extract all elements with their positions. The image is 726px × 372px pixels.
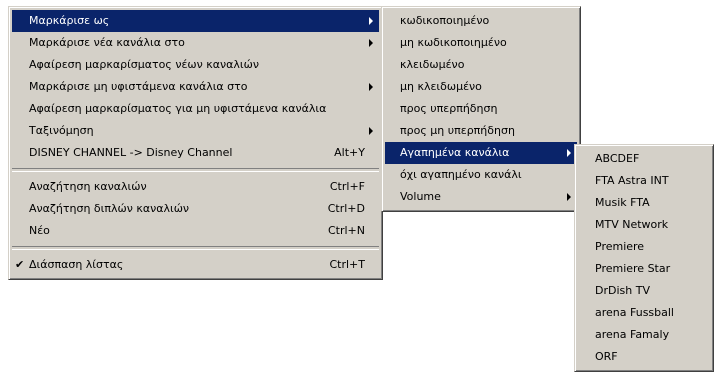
menu-item-label: ABCDEF: [595, 152, 640, 165]
menu-item-label: arena Famaly: [595, 328, 670, 341]
menu-item-shortcut: Ctrl+D: [327, 202, 365, 215]
menu-item-mark-as[interactable]: Μαρκάρισε ως: [12, 10, 379, 32]
menu-item-sort[interactable]: Ταξινόμηση: [12, 120, 379, 142]
menu-item-label: κωδικοποιημένο: [400, 14, 490, 27]
menu-item-mark-new-channels[interactable]: Μαρκάρισε νέα κανάλια στο: [12, 32, 379, 54]
menu-item-label: προς μη υπερπήδηση: [400, 124, 515, 137]
menu-item-label: ORF: [595, 350, 618, 363]
submenu-arrow-icon: [369, 39, 373, 47]
submenu-arrow-icon: [369, 127, 373, 135]
menu-item-no-skip[interactable]: προς μη υπερπήδηση: [385, 120, 577, 142]
menu-item-locked[interactable]: κλειδωμένο: [385, 54, 577, 76]
menu-item-label: προς υπερπήδηση: [400, 102, 498, 115]
favorite-list-item[interactable]: MTV Network: [578, 214, 710, 236]
menu-item-not-encrypted[interactable]: μη κωδικοποιημένο: [385, 32, 577, 54]
menu-item-unmark-nonexistent-channels[interactable]: Αφαίρεση μαρκαρίσματος για μη υφιστάμενα…: [12, 98, 379, 120]
menu-item-new[interactable]: Νέο Ctrl+N: [12, 220, 379, 242]
menu-item-split-list[interactable]: ✔ Διάσπαση λίστας Ctrl+T: [12, 254, 379, 276]
menu-item-search-channels[interactable]: Αναζήτηση καναλιών Ctrl+F: [12, 176, 379, 198]
menu-item-label: μη κωδικοποιημένο: [400, 36, 507, 49]
favorite-list-item[interactable]: ABCDEF: [578, 148, 710, 170]
menu-item-label: Αναζήτηση διπλών καναλιών: [29, 202, 190, 215]
menu-item-label: Μαρκάρισε ως: [29, 14, 110, 27]
submenu-favorites: ABCDEF FTA Astra INT Musik FTA MTV Netwo…: [574, 144, 714, 372]
context-menu-main: Μαρκάρισε ως Μαρκάρισε νέα κανάλια στο Α…: [8, 6, 383, 280]
menu-item-label: κλειδωμένο: [400, 58, 465, 71]
menu-item-unmark-new-channels[interactable]: Αφαίρεση μαρκαρίσματος νέων καναλιών: [12, 54, 379, 76]
menu-item-disney-rename[interactable]: DISNEY CHANNEL -> Disney Channel Alt+Y: [12, 142, 379, 164]
favorite-list-item[interactable]: Premiere Star: [578, 258, 710, 280]
menu-item-label: Αφαίρεση μαρκαρίσματος νέων καναλιών: [29, 58, 259, 71]
menu-item-label: Premiere: [595, 240, 645, 253]
menu-item-favorites[interactable]: Αγαπημένα κανάλια: [385, 142, 577, 164]
menu-separator: [12, 168, 379, 172]
favorite-list-item[interactable]: ORF: [578, 346, 710, 368]
menu-item-label: MTV Network: [595, 218, 669, 231]
menu-item-volume[interactable]: Volume: [385, 186, 577, 208]
submenu-arrow-icon: [369, 83, 373, 91]
submenu-arrow-icon: [567, 149, 571, 157]
menu-item-skip[interactable]: προς υπερπήδηση: [385, 98, 577, 120]
submenu-mark-as: κωδικοποιημένο μη κωδικοποιημένο κλειδωμ…: [381, 6, 581, 212]
menu-separator: [12, 246, 379, 250]
menu-item-not-favorite[interactable]: όχι αγαπημένο κανάλι: [385, 164, 577, 186]
menu-item-mark-nonexistent-channels[interactable]: Μαρκάρισε μη υφιστάμενα κανάλια στο: [12, 76, 379, 98]
checkmark-icon: ✔: [15, 258, 25, 271]
favorite-list-item[interactable]: arena Fussball: [578, 302, 710, 324]
menu-item-shortcut: Ctrl+T: [329, 258, 365, 271]
submenu-arrow-icon: [369, 17, 373, 25]
menu-item-label: Ταξινόμηση: [29, 124, 94, 137]
menu-item-search-duplicates[interactable]: Αναζήτηση διπλών καναλιών Ctrl+D: [12, 198, 379, 220]
menu-item-label: Νέο: [29, 224, 50, 237]
menu-item-label: FTA Astra INT: [595, 174, 669, 187]
menu-item-label: Αγαπημένα κανάλια: [400, 146, 510, 159]
menu-item-label: DISNEY CHANNEL -> Disney Channel: [29, 146, 233, 159]
favorite-list-item[interactable]: Premiere: [578, 236, 710, 258]
menu-item-label: Musik FTA: [595, 196, 650, 209]
menu-item-label: Διάσπαση λίστας: [29, 258, 124, 271]
menu-item-shortcut: Ctrl+F: [329, 180, 365, 193]
menu-item-label: Premiere Star: [595, 262, 671, 275]
menu-item-label: Volume: [400, 190, 441, 203]
menu-item-shortcut: Ctrl+N: [327, 224, 365, 237]
favorite-list-item[interactable]: Musik FTA: [578, 192, 710, 214]
menu-item-label: Μαρκάρισε νέα κανάλια στο: [29, 36, 185, 49]
menu-item-shortcut: Alt+Y: [334, 146, 365, 159]
menu-item-label: Αφαίρεση μαρκαρίσματος για μη υφιστάμενα…: [29, 102, 327, 115]
favorite-list-item[interactable]: arena Famaly: [578, 324, 710, 346]
favorite-list-item[interactable]: FTA Astra INT: [578, 170, 710, 192]
menu-item-label: Αναζήτηση καναλιών: [29, 180, 147, 193]
menu-item-encrypted[interactable]: κωδικοποιημένο: [385, 10, 577, 32]
menu-item-unlocked[interactable]: μη κλειδωμένο: [385, 76, 577, 98]
submenu-arrow-icon: [567, 193, 571, 201]
menu-item-label: μη κλειδωμένο: [400, 80, 482, 93]
menu-item-label: arena Fussball: [595, 306, 674, 319]
favorite-list-item[interactable]: DrDish TV: [578, 280, 710, 302]
menu-item-label: DrDish TV: [595, 284, 650, 297]
menu-item-label: όχι αγαπημένο κανάλι: [400, 168, 522, 181]
menu-item-label: Μαρκάρισε μη υφιστάμενα κανάλια στο: [29, 80, 248, 93]
